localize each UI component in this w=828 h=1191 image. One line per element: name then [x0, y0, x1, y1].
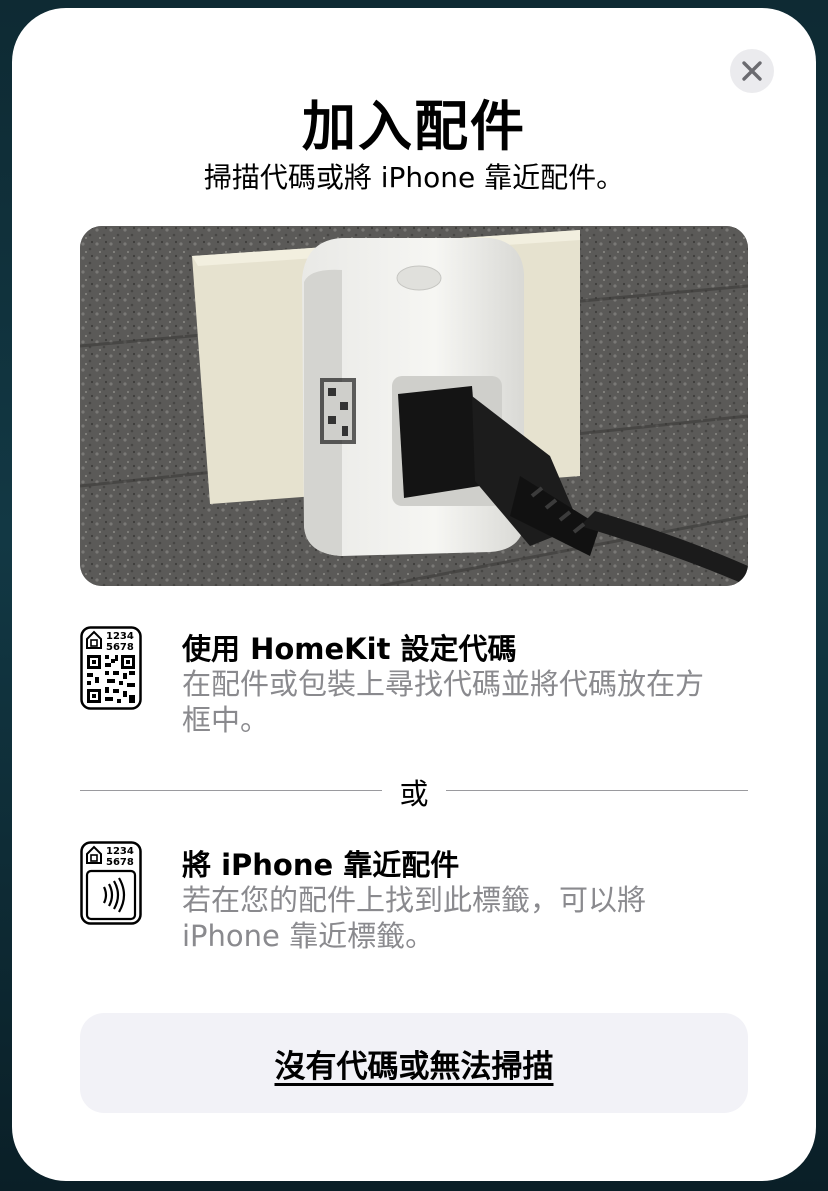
smart-plug-photo [80, 226, 748, 586]
no-code-button[interactable]: 沒有代碼或無法掃描 [80, 1013, 748, 1113]
nfc-option-description-line1: 若在您的配件上找到此標籤，可以將 [182, 883, 647, 917]
qr-code-digits-1: 1234 [106, 631, 134, 642]
qr-option-description-line1: 在配件或包裝上尋找代碼並將代碼放在方 [182, 667, 705, 701]
close-icon [742, 61, 762, 81]
sheet-subtitle: 掃描代碼或將 iPhone 靠近配件。 [203, 161, 625, 194]
nfc-option-description-line2: iPhone 靠近標籤。 [182, 919, 435, 953]
divider-line-right [446, 790, 748, 791]
accessory-photo [80, 226, 748, 586]
qr-option-title: 使用 HomeKit 設定代碼 [182, 632, 517, 666]
sheet-title: 加入配件 [302, 95, 526, 158]
or-label: 或 [399, 777, 429, 811]
nfc-code-digits-2: 5678 [106, 857, 134, 868]
qr-option-description: 在配件或包裝上尋找代碼並將代碼放在方 框中。 [182, 666, 750, 738]
qr-code-digits-2: 5678 [106, 642, 134, 653]
no-code-button-label: 沒有代碼或無法掃描 [274, 1048, 554, 1085]
qr-option-description-line2: 框中。 [182, 703, 270, 737]
nfc-code-digits-1: 1234 [106, 846, 134, 857]
nfc-option-description: 若在您的配件上找到此標籤，可以將 iPhone 靠近標籤。 [182, 882, 750, 954]
nfc-option-title: 將 iPhone 靠近配件 [182, 848, 460, 882]
add-accessory-sheet: 加入配件 掃描代碼或將 iPhone 靠近配件。 1234 5678 使用 Ho… [12, 8, 816, 1181]
homekit-qr-code-icon: 1234 5678 [80, 626, 142, 710]
or-divider: 或 [80, 771, 748, 811]
homekit-nfc-tag-icon: 1234 5678 [80, 841, 142, 925]
